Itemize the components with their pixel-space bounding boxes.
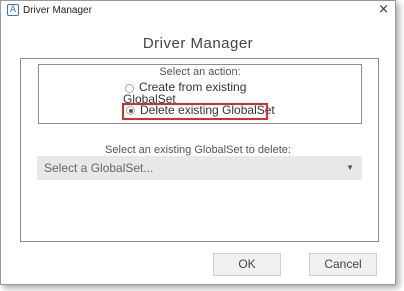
ok-button[interactable]: OK	[213, 253, 281, 276]
selection-highlight	[122, 103, 268, 120]
dialog-heading: Driver Manager	[142, 35, 254, 52]
cancel-button[interactable]: Cancel	[309, 253, 377, 276]
title-bar: A Driver Manager ×	[1, 1, 395, 21]
globalset-dropdown[interactable]: Select a GlobalSet... ▼	[37, 156, 362, 180]
dropdown-placeholder: Select a GlobalSet...	[44, 161, 154, 175]
app-icon: A	[7, 4, 19, 16]
close-icon[interactable]: ×	[378, 2, 389, 17]
chevron-down-icon: ▼	[346, 163, 354, 172]
driver-manager-window: A Driver Manager × Driver Manager Select…	[0, 0, 396, 285]
select-label: Select an existing GlobalSet to delete:	[105, 144, 291, 156]
window-title: Driver Manager	[23, 5, 92, 16]
action-label: Select an action:	[159, 66, 241, 78]
option-create-label[interactable]: Create from existing GlobalSet	[123, 81, 253, 105]
